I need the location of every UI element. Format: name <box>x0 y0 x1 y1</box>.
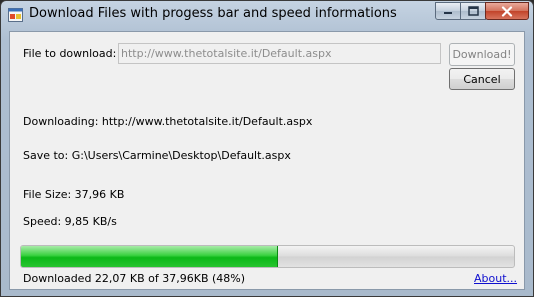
app-window: Download Files with progess bar and spee… <box>0 0 534 297</box>
window-title: Download Files with progess bar and spee… <box>29 6 397 21</box>
client-area: File to download: http://www.thetotalsit… <box>9 31 525 290</box>
downloading-status: Downloading: http://www.thetotalsite.it/… <box>23 115 313 128</box>
downloaded-status: Downloaded 22,07 KB of 37,96KB (48%) <box>23 272 246 285</box>
save-to-path: Save to: G:\Users\Carmine\Desktop\Defaul… <box>23 149 291 162</box>
download-progress-bar <box>20 245 515 268</box>
about-link[interactable]: About... <box>474 272 517 285</box>
maximize-button[interactable] <box>460 2 486 20</box>
speed-text: Speed: 9,85 KB/s <box>23 215 117 228</box>
progress-fill <box>21 246 279 267</box>
file-size-text: File Size: 37,96 KB <box>23 188 125 201</box>
download-button[interactable]: Download! <box>449 43 515 66</box>
app-window-icon <box>8 8 23 22</box>
minimize-icon <box>444 12 452 14</box>
minimize-button[interactable] <box>435 2 461 20</box>
close-icon <box>501 5 513 17</box>
maximize-icon <box>467 6 479 16</box>
url-input[interactable]: http://www.thetotalsite.it/Default.aspx <box>118 43 441 64</box>
file-to-download-label: File to download: <box>23 47 117 60</box>
cancel-button[interactable]: Cancel <box>449 68 515 90</box>
title-bar[interactable]: Download Files with progess bar and spee… <box>1 1 533 29</box>
close-button[interactable] <box>485 2 529 20</box>
